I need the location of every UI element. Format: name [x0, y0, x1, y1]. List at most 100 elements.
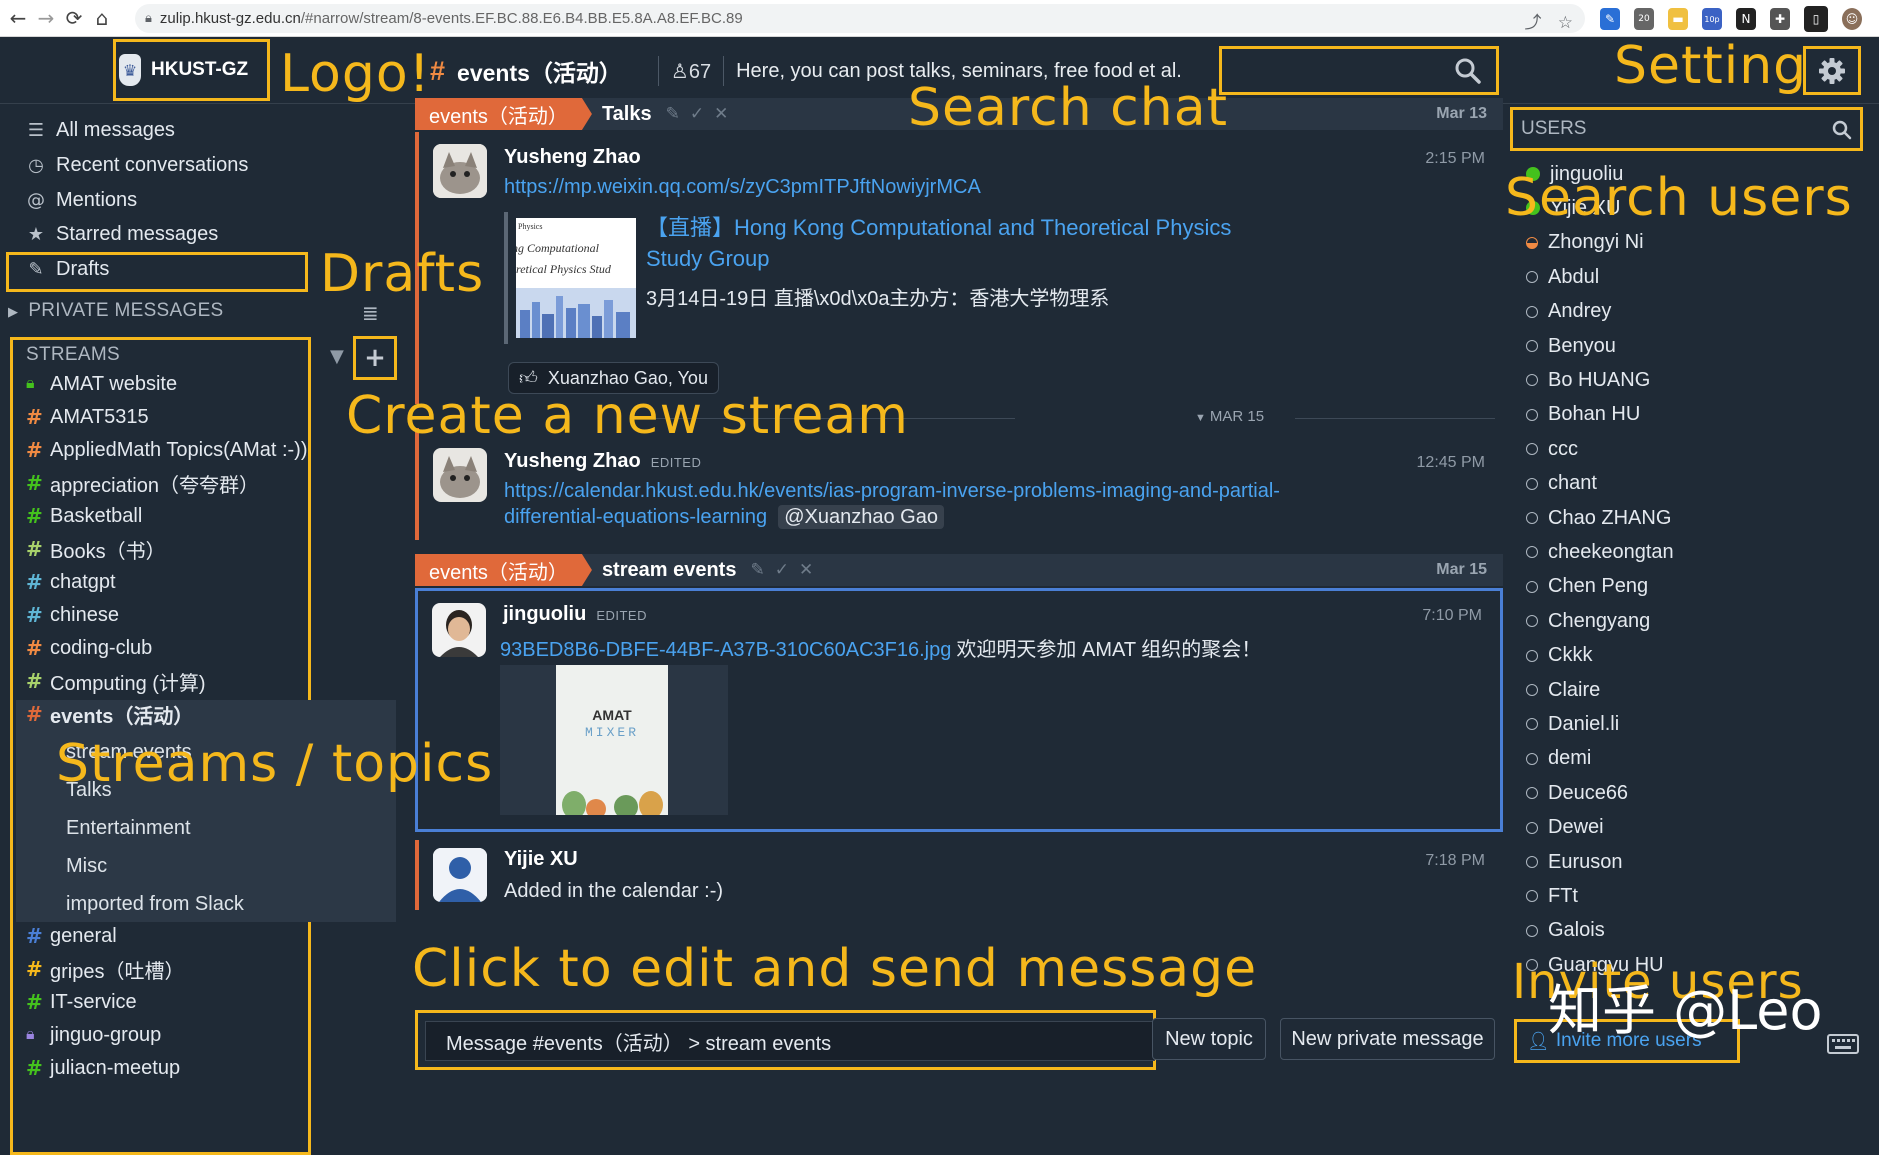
message-time[interactable]: 7:18 PM	[1425, 852, 1485, 870]
message-row[interactable]: Yusheng Zhao 2:15 PM https://mp.weixin.q…	[415, 132, 1503, 404]
user-list-item[interactable]: Ckkk	[1526, 642, 1592, 670]
recipient-stream[interactable]: events（活动）	[415, 98, 592, 130]
message-link[interactable]: https://mp.weixin.qq.com/s/zyC3pmITPJftN…	[504, 176, 981, 199]
user-list-item[interactable]: Claire	[1526, 676, 1600, 704]
stream-title[interactable]: events（活动）	[457, 54, 622, 88]
search-icon[interactable]	[1454, 57, 1482, 85]
profile-avatar[interactable]: ☺	[1842, 8, 1862, 30]
search-users-input[interactable]: USERS	[1510, 107, 1863, 151]
extension-10p-icon[interactable]: 10p	[1702, 8, 1722, 30]
sender-name[interactable]: Yusheng Zhao	[504, 146, 641, 169]
user-list-item[interactable]: Abdul	[1526, 263, 1599, 291]
attachment-link[interactable]: 93BED8B6-DBFE-44BF-A37B-310C60AC3F16.jpg	[500, 639, 951, 661]
address-bar[interactable]: 🔒︎ zulip.hkust-gz.edu.cn/#narrow/stream/…	[135, 4, 1585, 33]
stream-item-amat-website[interactable]: 🔒︎ AMAT website	[26, 369, 177, 399]
user-mention[interactable]: @Xuanzhao Gao	[778, 505, 944, 529]
bookmark-star-icon[interactable]: ☆	[1558, 13, 1573, 33]
topic-action-icons[interactable]: ✎✓✕	[750, 560, 823, 580]
message-link-cont[interactable]: differential-equations-learning	[504, 506, 767, 528]
avatar[interactable]	[433, 448, 487, 502]
user-list-item[interactable]: Chengyang	[1526, 607, 1650, 635]
topic-item-entertainment[interactable]: Entertainment	[66, 813, 191, 843]
recipient-topic[interactable]: stream events	[602, 559, 737, 582]
recipient-stream[interactable]: events（活动）	[415, 554, 592, 586]
stream-item-general[interactable]: # general	[26, 921, 117, 951]
add-stream-button[interactable]: +	[353, 336, 397, 380]
share-icon[interactable]: ⤴	[1525, 13, 1542, 33]
nav-all-messages[interactable]: ☰ All messages	[26, 116, 175, 144]
streams-header[interactable]: STREAMS	[26, 344, 120, 366]
preview-title[interactable]: 【直播】Hong Kong Computational and Theoreti…	[646, 210, 1231, 242]
stream-item-chinese[interactable]: # chinese	[26, 600, 119, 630]
extension-pen-icon[interactable]: ✎	[1600, 8, 1620, 30]
subscriber-count[interactable]: ♙67	[671, 59, 711, 84]
filter-icon[interactable]: ▼	[330, 346, 344, 367]
stream-item-amat5315[interactable]: # AMAT5315	[26, 402, 149, 432]
search-chat-input[interactable]	[1219, 46, 1499, 95]
message-time[interactable]: 2:15 PM	[1425, 150, 1485, 168]
user-list-item[interactable]: Andrey	[1526, 298, 1611, 326]
keyboard-shortcuts-icon[interactable]	[1827, 1034, 1859, 1054]
recipient-topic[interactable]: Talks	[602, 103, 652, 126]
sender-name[interactable]: Yijie XU	[504, 848, 578, 871]
topic-item-imported-from-slack[interactable]: imported from Slack	[66, 889, 244, 919]
user-list-item[interactable]: Dewei	[1526, 814, 1604, 842]
nav-drafts[interactable]: ✎ Drafts	[26, 255, 109, 283]
logo[interactable]: ♛ HKUST-GZ	[119, 47, 264, 93]
user-list-item[interactable]: Deuce66	[1526, 779, 1628, 807]
extension-notion-icon[interactable]: N	[1736, 8, 1756, 30]
preview-thumbnail[interactable]: Physics ng Computational oretical Physic…	[516, 218, 636, 338]
stream-item-appreciation[interactable]: # appreciation（夸夸群）	[26, 468, 259, 498]
reload-icon[interactable]: ⟳	[60, 6, 88, 30]
stream-item-jinguo-group[interactable]: 🔒︎ jinguo-group	[26, 1020, 161, 1050]
compose-pm-icon[interactable]: ≣	[362, 301, 379, 325]
user-list-item[interactable]: FTt	[1526, 882, 1578, 910]
nav-starred-messages[interactable]: ★ Starred messages	[26, 220, 218, 248]
preview-title-cont[interactable]: Study Group	[646, 246, 770, 272]
message-compose-input[interactable]: Message #events（活动） > stream events	[425, 1021, 1155, 1061]
message-row[interactable]: Yijie XU 7:18 PM Added in the calendar :…	[415, 840, 1503, 910]
message-time[interactable]: 12:45 PM	[1417, 454, 1485, 472]
new-private-message-button[interactable]: New private message	[1280, 1018, 1495, 1060]
stream-item-events[interactable]: # events（活动）	[26, 699, 193, 729]
sender-name[interactable]: Yusheng Zhao EDITED	[504, 450, 701, 473]
user-list-item[interactable]: Chao ZHANG	[1526, 504, 1671, 532]
forward-icon[interactable]: →	[32, 6, 60, 30]
extension-badge-icon[interactable]: 20	[1634, 8, 1654, 30]
user-list-item[interactable]: Euruson	[1526, 848, 1623, 876]
settings-button[interactable]	[1803, 46, 1861, 95]
stream-item-books[interactable]: # Books（书）	[26, 534, 166, 564]
private-messages-header[interactable]: ▶ PRIVATE MESSAGES	[8, 300, 224, 322]
message-link[interactable]: https://calendar.hkust.edu.hk/events/ias…	[504, 480, 1280, 503]
user-list-item[interactable]: Benyou	[1526, 332, 1616, 360]
message-row-selected[interactable]: jinguoliu EDITED 7:10 PM 93BED8B6-DBFE-44…	[415, 588, 1503, 832]
nav-recent-conversations[interactable]: ◷ Recent conversations	[26, 151, 248, 179]
stream-item-basketball[interactable]: # Basketball	[26, 501, 142, 531]
extensions-puzzle-icon[interactable]: ✚	[1770, 8, 1790, 30]
avatar[interactable]	[432, 603, 486, 657]
side-panel-icon[interactable]: ▯	[1804, 6, 1828, 32]
stream-item-chatgpt[interactable]: # chatgpt	[26, 567, 116, 597]
search-icon[interactable]	[1832, 120, 1852, 140]
user-list-item[interactable]: cheekeongtan	[1526, 538, 1674, 566]
topic-item-misc[interactable]: Misc	[66, 851, 107, 881]
user-list-item[interactable]: Chen Peng	[1526, 573, 1648, 601]
back-icon[interactable]: ←	[4, 6, 32, 30]
message-time[interactable]: 7:10 PM	[1422, 607, 1482, 625]
stream-item-appliedmath-topics[interactable]: # AppliedMath Topics(AMat :-))	[26, 435, 308, 465]
user-list-item[interactable]: Galois	[1526, 917, 1605, 945]
user-list-item[interactable]: Daniel.li	[1526, 710, 1619, 738]
extension-folder-icon[interactable]: ▬	[1668, 8, 1688, 30]
recipient-bar-stream-events[interactable]: events（活动） stream events ✎✓✕ Mar 15	[415, 554, 1503, 586]
nav-mentions[interactable]: @ Mentions	[26, 186, 137, 214]
avatar[interactable]	[433, 848, 487, 902]
topic-action-icons[interactable]: ✎✓✕	[666, 104, 739, 124]
avatar[interactable]	[433, 144, 487, 198]
stream-item-coding-club[interactable]: # coding-club	[26, 633, 152, 663]
user-list-item[interactable]: ccc	[1526, 435, 1578, 463]
stream-item-juliacn-meetup[interactable]: # juliacn-meetup	[26, 1053, 180, 1083]
user-list-item[interactable]: demi	[1526, 745, 1591, 773]
user-list-item[interactable]: chant	[1526, 470, 1597, 498]
stream-item-computing[interactable]: # Computing (计算)	[26, 666, 206, 696]
user-list-item[interactable]: Bo HUANG	[1526, 366, 1650, 394]
